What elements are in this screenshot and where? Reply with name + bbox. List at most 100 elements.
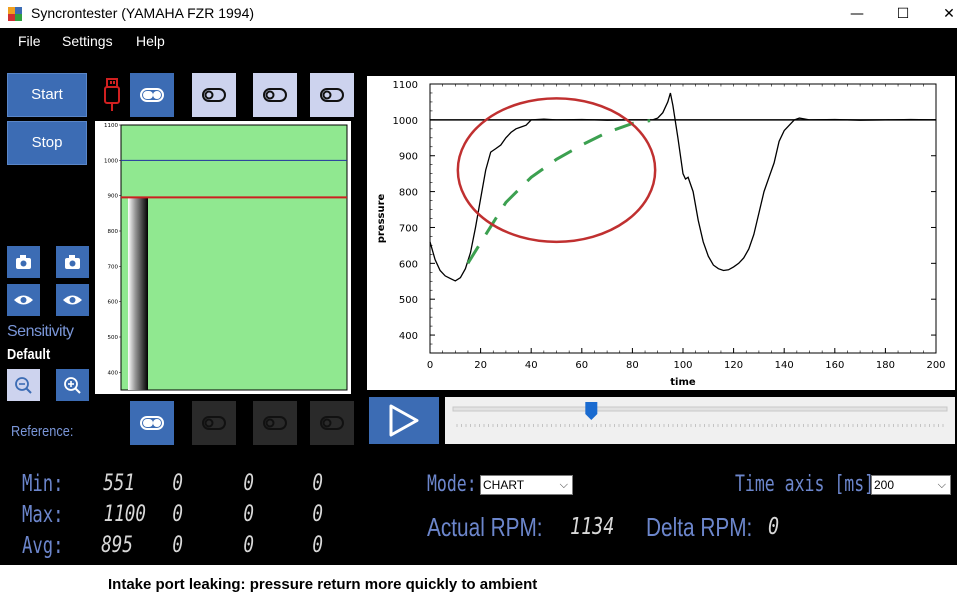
menu-settings[interactable]: Settings	[62, 33, 113, 49]
maximize-button[interactable]: ☐	[880, 0, 926, 28]
y-tick-label: 800	[399, 188, 418, 199]
bar-gauge-svg: 1100 1000 900 800 700 600 500 400	[104, 123, 348, 391]
slider-thumb	[585, 402, 598, 420]
client-area: File Settings Help Start Stop 1100 1000 …	[0, 28, 957, 565]
avg-value-ch3: 0	[243, 533, 254, 558]
gauge-tick-label: 1100	[104, 123, 118, 129]
camera-icon	[16, 255, 31, 269]
y-tick-label: 400	[399, 331, 418, 342]
sensitivity-label: Sensitivity	[7, 323, 74, 340]
min-value-ch3: 0	[243, 471, 254, 496]
play-button[interactable]	[369, 397, 439, 444]
toggle-off-icon	[202, 416, 226, 430]
zoom-out-icon	[15, 377, 32, 394]
max-value-ch3: 0	[243, 502, 254, 527]
menu-file[interactable]: File	[18, 33, 41, 49]
close-icon: ✕	[943, 6, 955, 22]
title-bar: Syncrontester (YAMAHA FZR 1994) — ☐ ✕	[0, 0, 957, 28]
delta-rpm-value: 0	[768, 514, 780, 540]
avg-value-ch2: 0	[172, 533, 183, 558]
x-tick-label: 80	[626, 360, 639, 371]
gauge-tick-label: 500	[108, 335, 119, 341]
reference-3-toggle[interactable]	[253, 401, 297, 445]
max-value-ch2: 0	[172, 502, 183, 527]
min-value-ch2: 0	[172, 471, 183, 496]
toggle-on-icon	[140, 416, 164, 430]
eye-icon	[63, 295, 82, 305]
y-tick-label: 700	[399, 223, 418, 234]
stop-button[interactable]: Stop	[7, 121, 87, 165]
channel-4-toggle[interactable]	[310, 73, 354, 117]
min-value-ch1: 551	[103, 471, 135, 496]
x-tick-label: 180	[876, 360, 895, 371]
reference-2-toggle[interactable]	[192, 401, 236, 445]
x-tick-label: 200	[926, 360, 945, 371]
x-axis-label: time	[670, 377, 696, 388]
x-tick-label: 140	[775, 360, 794, 371]
pressure-chart-panel: 0 20 40 60 80 100 120 140 160 180 200 400 500 600 700 8…	[367, 76, 955, 390]
mode-select-value: CHART	[483, 478, 525, 492]
toggle-off-icon	[202, 88, 226, 102]
timeline-slider-track	[452, 402, 948, 427]
usb-plug-icon	[104, 78, 120, 111]
minimize-icon: —	[850, 6, 864, 22]
channel-2-toggle[interactable]	[192, 73, 236, 117]
mode-label: Mode:	[427, 472, 477, 497]
slider-track	[452, 406, 948, 412]
reference-1-toggle[interactable]	[130, 401, 174, 445]
min-value-ch4: 0	[312, 471, 323, 496]
gauge-plot-area	[120, 124, 348, 391]
toggle-off-icon	[263, 88, 287, 102]
snapshot-button-1[interactable]	[7, 246, 40, 278]
toggle-off-icon	[263, 416, 287, 430]
avg-value-ch4: 0	[312, 533, 323, 558]
start-button[interactable]: Start	[7, 73, 87, 117]
close-button[interactable]: ✕	[926, 0, 957, 28]
app-icon	[8, 7, 22, 21]
gauge-tick-label: 600	[108, 300, 119, 306]
timeline-slider[interactable]	[445, 397, 955, 444]
delta-rpm-label: Delta RPM:	[646, 512, 753, 542]
reference-4-toggle[interactable]	[310, 401, 354, 445]
x-tick-label: 40	[525, 360, 538, 371]
gauge-tick-label: 800	[108, 229, 119, 235]
menu-bar: File Settings Help	[0, 28, 957, 56]
x-tick-label: 60	[575, 360, 588, 371]
actual-rpm-label: Actual RPM:	[427, 512, 543, 542]
minimize-button[interactable]: —	[834, 0, 880, 28]
channel-1-toggle[interactable]	[130, 73, 174, 117]
x-tick-label: 0	[427, 360, 433, 371]
zoom-in-button[interactable]	[56, 369, 89, 401]
toggle-off-icon	[320, 416, 344, 430]
pressure-bar-gauge: 1100 1000 900 800 700 600 500 400	[95, 121, 351, 394]
zoom-out-button[interactable]	[7, 369, 40, 401]
mode-select[interactable]: CHART ⌵	[480, 475, 573, 495]
min-label: Min:	[22, 471, 64, 497]
pressure-chart: 0 20 40 60 80 100 120 140 160 180 200 400 500 600 700 8…	[376, 80, 946, 388]
avg-label: Avg:	[22, 533, 64, 559]
y-tick-label: 500	[399, 295, 418, 306]
x-tick-label: 120	[724, 360, 743, 371]
max-label: Max:	[22, 502, 64, 528]
gauge-pressure-bar	[128, 197, 148, 390]
menu-help[interactable]: Help	[136, 33, 165, 49]
gauge-tick-label: 1000	[104, 158, 118, 164]
max-value-ch4: 0	[312, 502, 323, 527]
chevron-down-icon: ⌵	[937, 479, 946, 491]
view-button-2[interactable]	[56, 284, 89, 316]
x-tick-label: 160	[825, 360, 844, 371]
eye-icon	[14, 295, 33, 305]
view-button-1[interactable]	[7, 284, 40, 316]
camera-icon	[65, 255, 80, 269]
gauge-tick-label: 400	[108, 370, 119, 376]
x-tick-label: 100	[673, 360, 692, 371]
channel-3-toggle[interactable]	[253, 73, 297, 117]
zoom-in-icon	[64, 377, 81, 394]
time-axis-select[interactable]: 200 ⌵	[871, 475, 951, 495]
maximize-icon: ☐	[896, 6, 910, 22]
play-icon	[389, 404, 419, 437]
snapshot-button-2[interactable]	[56, 246, 89, 278]
y-tick-label: 900	[399, 152, 418, 163]
app-window: Syncrontester (YAMAHA FZR 1994) — ☐ ✕ Fi…	[0, 0, 957, 606]
toggle-on-icon	[140, 88, 164, 102]
